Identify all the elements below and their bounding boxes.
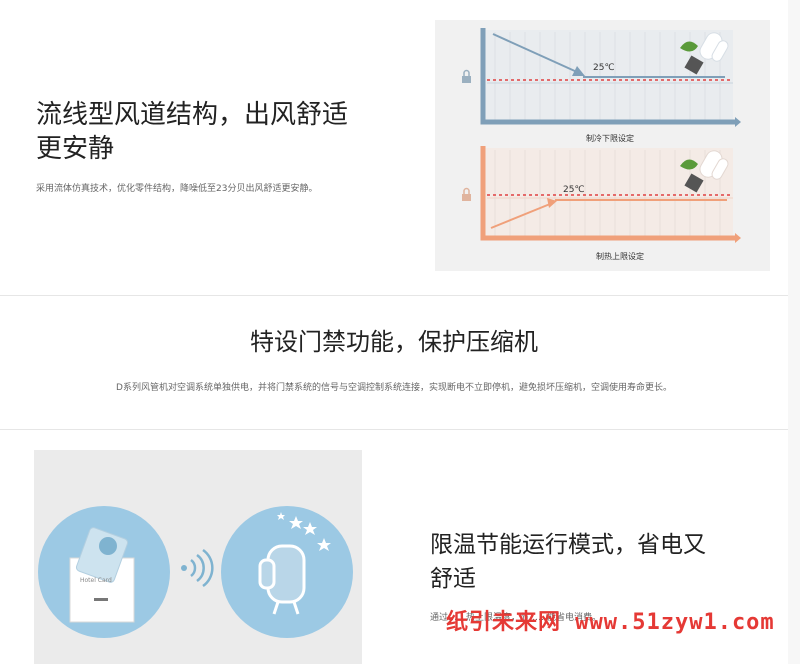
temp-limit-title-line2: 舒适 [430,566,476,592]
temp-limit-title: 限温节能运行模式，省电又 舒适 [430,528,770,596]
temp-limit-title-line1: 限温节能运行模式，省电又 [430,532,706,558]
airflow-title: 流线型风道结构，出风舒适 更安静 [36,98,396,166]
heating-chart: 25℃ 制热上限设定 [462,146,741,261]
heating-caption: 制热上限设定 [596,251,644,261]
hotel-card-illustration: Hotel Card [34,450,362,664]
airflow-title-line1: 流线型风道结构，出风舒适 [36,100,349,130]
temperature-limit-diagram: 25℃ 制冷下限设定 25℃ 制热上限设定 [435,20,770,271]
cooling-chart: 25℃ 制冷下限设定 [462,28,741,143]
access-control-description: D系列风管机对空调系统单独供电，并将门禁系统的信号与空调控制系统连接，实现断电不… [116,383,672,393]
hotel-card-svg: Hotel Card [38,506,353,638]
lock-icon [462,69,471,83]
airflow-description: 采用流体仿真技术，优化零件结构，降噪低至23分贝出风舒适更安静。 [36,184,318,194]
hotel-card-label: Hotel Card [80,577,112,584]
access-control-title: 特设门禁功能，保护压缩机 [250,328,538,356]
temperature-limit-svg: 25℃ 制冷下限设定 25℃ 制热上限设定 [462,28,741,261]
site-watermark: 纸引未来网 www.51zyw1.com [446,610,775,635]
heating-temp-label: 25℃ [563,185,585,195]
section-divider [0,429,788,430]
wireless-signal-icon [181,548,214,588]
lock-icon [462,187,471,201]
heating-chart-bg [483,148,733,238]
section-divider [0,295,788,296]
cooling-temp-label: 25℃ [593,63,615,73]
airflow-title-line2: 更安静 [36,134,115,164]
cooling-caption: 制冷下限设定 [586,133,634,143]
